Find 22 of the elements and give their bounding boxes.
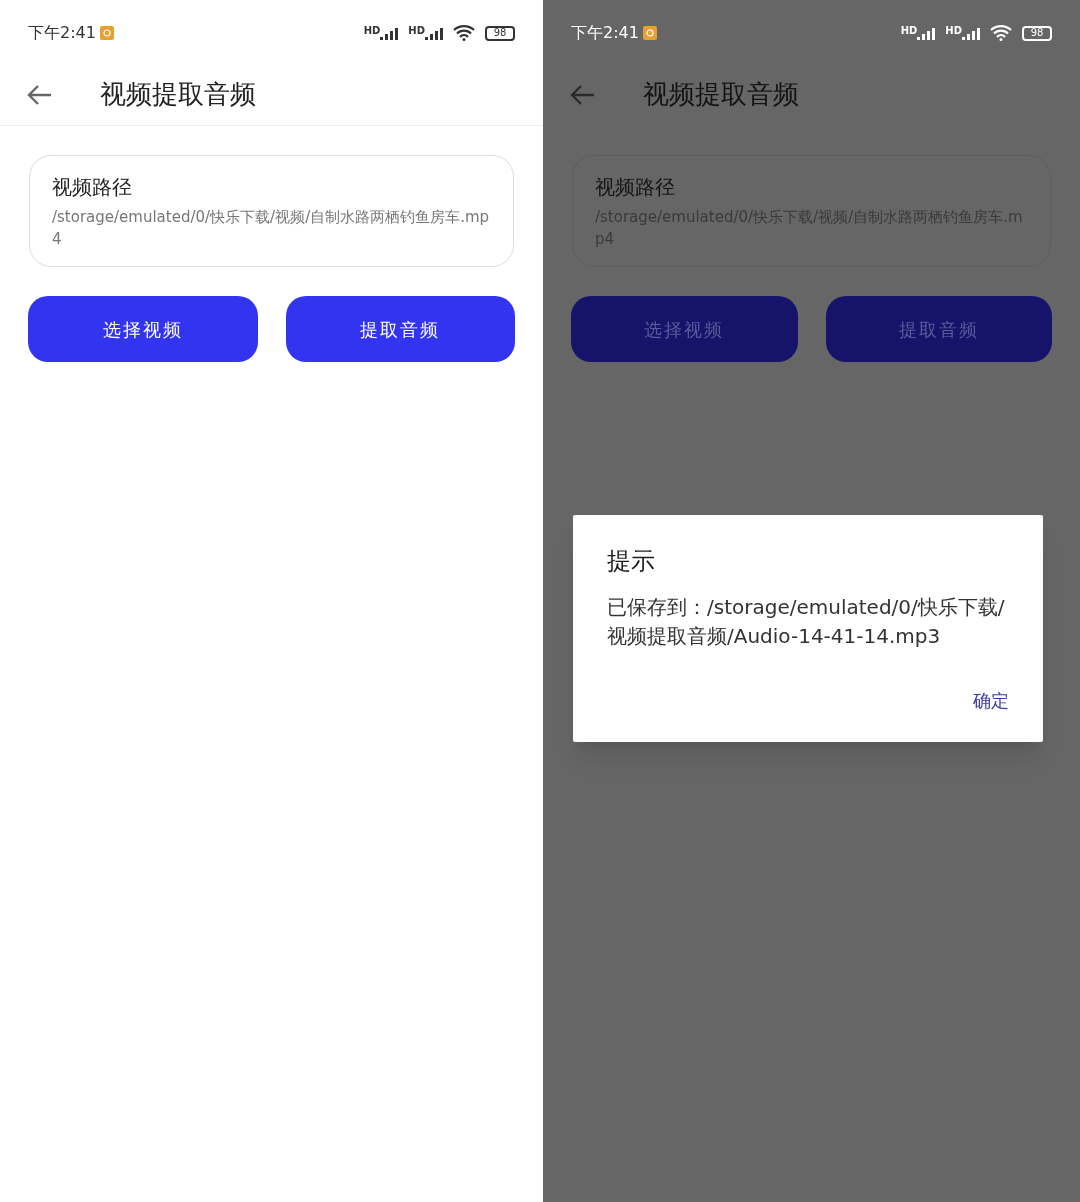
action-button[interactable]: 选择视频 (28, 296, 258, 362)
network-label: HD (945, 26, 962, 36)
network-label: HD (900, 26, 918, 36)
network-label: HD (363, 26, 381, 36)
battery-indicator: 98 (485, 25, 515, 41)
wifi-icon (453, 25, 475, 41)
dialog-message: 已保存到：/storage/emulated/0/快乐下载/视频提取音频/Audio-14-41-14.mp3 (607, 594, 1006, 650)
notification-icon (99, 26, 114, 40)
status-time: 下午2:41 (28, 22, 96, 44)
action-button[interactable]: 提取音频 (285, 296, 515, 362)
page-title: 视频提取音频 (643, 78, 799, 111)
battery-indicator: 98 (1022, 25, 1052, 41)
back-arrow-icon[interactable] (26, 83, 52, 106)
status-time: 下午2:41 (571, 22, 639, 44)
wifi-icon (990, 25, 1012, 41)
page-title: 视频提取音频 (100, 78, 256, 111)
notification-icon (642, 26, 657, 40)
confirm-button[interactable]: 确定 (973, 687, 1009, 714)
path-field[interactable]: 视频路径 /storage/emulated/0/快乐下载/视频/自制水路两栖钓鱼房车.mp4 (29, 155, 514, 267)
dialog-title: 提示 (607, 546, 656, 577)
network-label: HD (408, 26, 425, 36)
back-arrow-icon[interactable] (569, 83, 595, 106)
